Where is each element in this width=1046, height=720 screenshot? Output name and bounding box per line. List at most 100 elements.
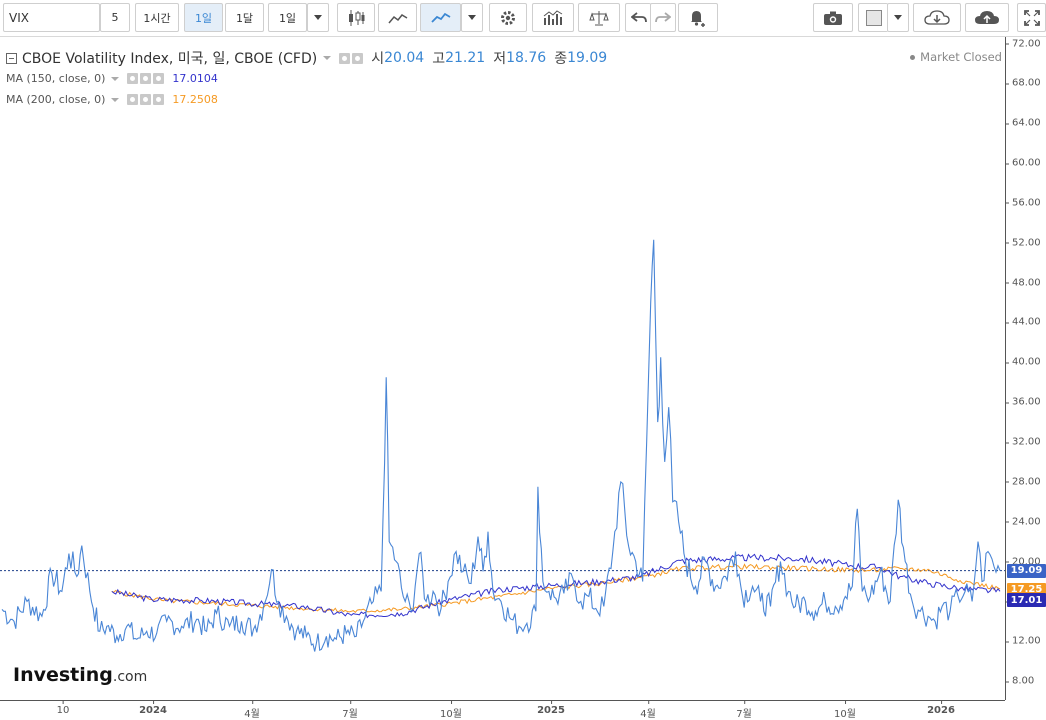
investing-logo: Investing.com — [13, 664, 147, 686]
settings-icon[interactable] — [352, 52, 364, 64]
indicators-button[interactable] — [532, 3, 574, 32]
fullscreen-icon — [1023, 9, 1040, 26]
y-tick-label: 28.00 — [1005, 476, 1041, 488]
x-tick-label: 2026 — [927, 700, 955, 716]
color-button[interactable] — [858, 3, 888, 32]
line-chart-icon — [430, 12, 450, 23]
y-tick-label: 36.00 — [1005, 396, 1041, 408]
main-legend: CBOE Volatility Index, 미국, 일, CBOE (CFD)… — [6, 48, 607, 68]
color-swatch-icon — [865, 9, 882, 26]
market-status: Market Closed — [910, 50, 1002, 64]
symbol-input[interactable]: VIX — [3, 3, 100, 32]
ma200-value: 17.2508 — [172, 93, 218, 106]
status-dot-icon — [910, 55, 916, 60]
ma150-price-tag: 17.01 — [1007, 593, 1046, 608]
fullscreen-button[interactable] — [1017, 3, 1046, 32]
chart-type-dropdown[interactable] — [461, 3, 483, 32]
close-icon[interactable] — [153, 94, 165, 105]
camera-icon — [824, 11, 842, 25]
y-tick-label: 56.00 — [1005, 197, 1041, 209]
close-icon[interactable] — [153, 73, 165, 84]
visibility-icon[interactable] — [339, 52, 351, 64]
interval-1h-label: 1시간 — [143, 11, 171, 25]
high-value: 21.21 — [445, 50, 486, 66]
ma150-value: 17.0104 — [172, 72, 218, 85]
y-tick-label: 68.00 — [1005, 77, 1041, 89]
chevron-down-icon[interactable] — [111, 76, 120, 81]
interval-dropdown-button[interactable] — [307, 3, 329, 32]
add-alert-button[interactable] — [678, 3, 718, 32]
redo-button[interactable] — [650, 3, 676, 32]
undo-button[interactable] — [625, 3, 651, 32]
y-tick-label: 52.00 — [1005, 237, 1041, 249]
alert-bell-icon — [691, 10, 705, 27]
interval-1h-button[interactable]: 1시간 — [135, 3, 179, 32]
high-label: 고 — [432, 51, 446, 67]
x-tick-label: 2025 — [537, 700, 565, 716]
ma150-legend: MA (150, close, 0) 17.0104 — [6, 72, 218, 85]
chevron-down-icon — [468, 15, 476, 20]
chevron-down-icon[interactable] — [323, 56, 332, 60]
close-value: 19.09 — [567, 50, 608, 66]
interval-custom-label: 1일 — [278, 11, 297, 25]
settings-gear-icon — [501, 10, 515, 25]
instrument-title: CBOE Volatility Index, 미국, 일, CBOE (CFD) — [22, 51, 318, 67]
undo-icon — [630, 11, 647, 22]
chevron-down-icon[interactable] — [111, 97, 120, 102]
low-label: 저 — [493, 51, 507, 67]
compare-button[interactable] — [578, 3, 620, 32]
x-tick-label: 2024 — [139, 700, 167, 716]
time-axis[interactable]: 10 2024 4월 7월 10월 2025 4월 7월 10월 2026 — [0, 700, 1005, 720]
chart-toolbar: VIX 5 1시간 1일 1달 1일 — [0, 0, 1046, 37]
settings-icon[interactable] — [140, 73, 152, 84]
y-tick-label: 40.00 — [1005, 356, 1041, 368]
visibility-icon[interactable] — [127, 73, 139, 84]
market-status-text: Market Closed — [920, 50, 1002, 64]
chevron-down-icon — [314, 15, 322, 20]
visibility-icon[interactable] — [127, 94, 139, 105]
area-chart-icon — [387, 13, 407, 23]
settings-button[interactable] — [489, 3, 527, 32]
save-chart-button[interactable] — [965, 3, 1009, 32]
close-label: 종 — [554, 51, 568, 67]
interval-1mo-button[interactable]: 1달 — [225, 3, 264, 32]
chevron-down-icon — [894, 15, 902, 20]
indicators-icon — [543, 9, 563, 25]
y-tick-label: 44.00 — [1005, 316, 1041, 328]
cloud-download-icon — [924, 9, 950, 25]
interval-1d-button[interactable]: 1일 — [184, 3, 223, 32]
y-tick-label: 8.00 — [1004, 675, 1035, 687]
interval-1mo-label: 1달 — [235, 11, 254, 25]
ma200-legend: MA (200, close, 0) 17.2508 — [6, 93, 218, 106]
interval-5-button[interactable]: 5 — [100, 3, 130, 32]
line-chart-button[interactable] — [420, 3, 461, 32]
logo-suffix: .com — [112, 669, 148, 685]
candlestick-icon — [349, 9, 365, 26]
ma150-label: MA (150, close, 0) — [6, 72, 106, 85]
candlestick-button[interactable] — [337, 3, 375, 32]
ma150-line — [111, 553, 1001, 619]
low-value: 18.76 — [506, 50, 547, 66]
logo-main: Investing — [13, 664, 113, 686]
redo-icon — [655, 11, 671, 22]
interval-1d-label: 1일 — [194, 11, 213, 25]
cloud-upload-icon — [975, 10, 999, 24]
area-chart-button[interactable] — [378, 3, 417, 32]
y-tick-label: 64.00 — [1005, 117, 1041, 129]
price-chart-plot[interactable] — [0, 37, 1005, 700]
y-tick-label: 32.00 — [1005, 436, 1041, 448]
x-tick-label: 10 — [56, 700, 70, 716]
interval-5-label: 5 — [111, 11, 119, 24]
compare-scale-icon — [589, 10, 609, 25]
symbol-text: VIX — [9, 10, 29, 25]
interval-custom-button[interactable]: 1일 — [268, 3, 307, 32]
collapse-legend-icon[interactable] — [6, 52, 17, 64]
settings-icon[interactable] — [140, 94, 152, 105]
color-dropdown[interactable] — [887, 3, 909, 32]
ma200-label: MA (200, close, 0) — [6, 93, 106, 106]
y-tick-label: 12.00 — [1005, 635, 1041, 647]
y-tick-label: 60.00 — [1005, 157, 1041, 169]
screenshot-button[interactable] — [813, 3, 853, 32]
load-chart-button[interactable] — [913, 3, 961, 32]
open-value: 20.04 — [384, 50, 425, 66]
